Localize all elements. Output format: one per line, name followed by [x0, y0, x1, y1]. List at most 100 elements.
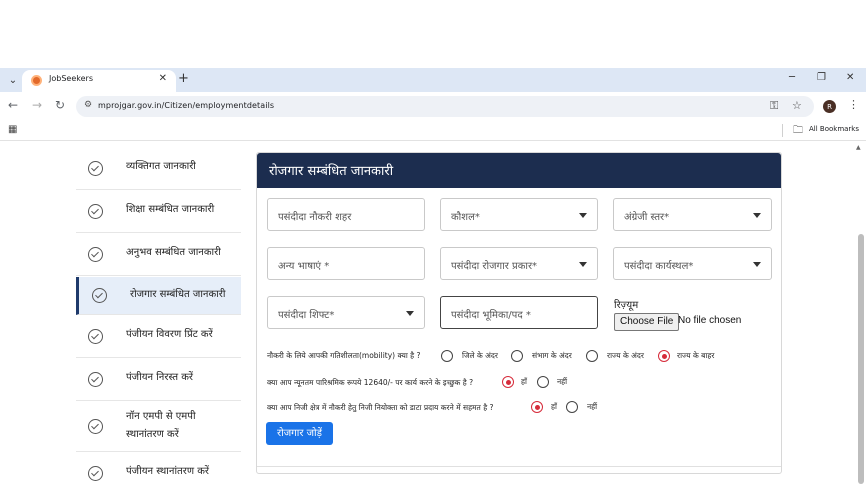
check-circle-icon: [88, 372, 103, 387]
mobility-option-label: राज्य के अंदर: [607, 351, 644, 360]
mobility-option-label: राज्य के बाहर: [677, 351, 715, 360]
sidebar-item-experience-info[interactable]: अनुभव सम्बंधित जानकारी: [76, 234, 241, 276]
profile-avatar[interactable]: R: [823, 100, 836, 113]
file-status-text: No file chosen: [678, 315, 742, 326]
salary-radio-yes[interactable]: [502, 376, 514, 388]
check-circle-icon: [88, 161, 103, 176]
check-circle-icon: [88, 329, 103, 344]
sidebar-item-label: व्यक्तिगत जानकारी: [126, 161, 196, 172]
placeholder-text: अंग्रेजी स्तर*: [624, 212, 670, 223]
check-circle-icon: [92, 288, 107, 303]
browser-menu-icon[interactable]: ⋮: [848, 98, 859, 111]
dropdown-arrow-icon: [579, 262, 587, 267]
sidebar-item-label: अनुभव सम्बंधित जानकारी: [126, 247, 221, 258]
url-text[interactable]: mprojgar.gov.in/Citizen/employmentdetail…: [98, 101, 274, 110]
mobility-option-label: जिले के अंदर: [462, 351, 498, 360]
mobility-radio-district[interactable]: [441, 350, 453, 362]
private-radio-yes[interactable]: [531, 401, 543, 413]
mobility-question: नौकरी के लिये आपकी गतिशीलता(mobility) क्…: [267, 351, 421, 360]
mobility-radio-outside-state[interactable]: [658, 350, 670, 362]
dropdown-arrow-icon: [753, 213, 761, 218]
preferred-city-input[interactable]: पसंदीदा नौकरी शहर: [267, 198, 425, 231]
shift-select[interactable]: पसंदीदा शिफ्ट*: [267, 296, 425, 329]
sidebar-item-label: नॉन एमपी से एमपी: [126, 411, 196, 422]
page-title: रोजगार सम्बंधित जानकारी: [269, 164, 394, 179]
tab-title: JobSeekers: [49, 74, 93, 83]
tab-search-chevron-icon[interactable]: ⌄: [5, 72, 21, 88]
sidebar-item-print-registration[interactable]: पंजीयन विवरण प्रिंट करें: [76, 316, 241, 358]
site-favicon-icon: [31, 75, 42, 86]
sidebar-item-employment-info[interactable]: रोजगार सम्बंधित जानकारी: [76, 277, 241, 315]
card-divider: [257, 466, 781, 467]
placeholder-text: पसंदीदा नौकरी शहर: [278, 212, 352, 223]
page-scrollbar[interactable]: [858, 234, 864, 484]
close-window-icon[interactable]: ✕: [846, 72, 854, 83]
mobility-radio-division[interactable]: [511, 350, 523, 362]
placeholder-text: पसंदीदा कार्यस्थल*: [624, 261, 694, 272]
scroll-up-icon[interactable]: ▲: [856, 144, 861, 151]
add-employment-button[interactable]: रोजगार जोड़ें: [266, 422, 333, 445]
salary-radio-no[interactable]: [537, 376, 549, 388]
employment-form-card: रोजगार सम्बंधित जानकारी पसंदीदा नौकरी शह…: [256, 152, 782, 474]
no-label: नहीं: [557, 377, 568, 386]
tab-close-icon[interactable]: ✕: [159, 73, 167, 84]
other-languages-select[interactable]: अन्य भाषाएं *: [267, 247, 425, 280]
apps-grid-icon[interactable]: ▦: [8, 124, 17, 135]
folder-icon[interactable]: 🗀: [793, 123, 803, 140]
salary-question: क्या आप न्यूनतम पारिश्रमिक रूपये 12640/-…: [267, 378, 474, 387]
restore-window-icon[interactable]: ❐: [817, 72, 826, 83]
check-circle-icon: [88, 247, 103, 262]
private-radio-no[interactable]: [566, 401, 578, 413]
mobility-option-label: संभाग के अंदर: [532, 351, 572, 360]
top-blank-area: [0, 0, 866, 68]
english-level-select[interactable]: अंग्रेजी स्तर*: [613, 198, 772, 231]
placeholder-text: पसंदीदा रोजगार प्रकार*: [451, 261, 538, 272]
sidebar-item-non-mp-transfer[interactable]: नॉन एमपी से एमपी स्थानांतरण करें: [76, 402, 241, 452]
bookmarks-divider: [782, 124, 783, 137]
no-label: नहीं: [587, 402, 598, 411]
dropdown-arrow-icon: [753, 262, 761, 267]
password-key-icon[interactable]: ⚿: [770, 99, 778, 113]
workplace-select[interactable]: पसंदीदा कार्यस्थल*: [613, 247, 772, 280]
sidebar-item-label: शिक्षा सम्बंधित जानकारी: [126, 204, 215, 215]
new-tab-button[interactable]: +: [178, 71, 189, 86]
employment-type-select[interactable]: पसंदीदा रोजगार प्रकार*: [440, 247, 598, 280]
resume-label: रिज़्यूम: [614, 300, 639, 311]
private-sector-question: क्या आप निजी क्षेत्र में नौकरी हेतु निजी…: [267, 403, 494, 412]
yes-label: हाँ: [521, 377, 527, 386]
sidebar-item-label: पंजीयन निरस्त करें: [126, 372, 193, 383]
dropdown-arrow-icon: [406, 311, 414, 316]
bookmarks-bar: ▦ 🗀 All Bookmarks: [0, 120, 866, 141]
sidebar-item-personal-info[interactable]: व्यक्तिगत जानकारी: [76, 142, 241, 190]
placeholder-text: पसंदीदा भूमिका/पद *: [451, 310, 531, 321]
placeholder-text: कौशल*: [451, 212, 480, 223]
reload-icon[interactable]: ↻: [55, 98, 65, 112]
site-settings-icon[interactable]: ⚙: [84, 100, 92, 110]
check-circle-icon: [88, 204, 103, 219]
mobility-radio-state[interactable]: [586, 350, 598, 362]
preferred-role-input[interactable]: पसंदीदा भूमिका/पद *: [440, 296, 598, 329]
minimize-window-icon[interactable]: ─: [789, 72, 795, 83]
sidebar-item-registration-transfer[interactable]: पंजीयन स्थानांतरण करें: [76, 453, 241, 484]
forward-arrow-icon[interactable]: →: [32, 98, 42, 112]
bookmark-star-icon[interactable]: ☆: [792, 99, 802, 112]
skill-select[interactable]: कौशल*: [440, 198, 598, 231]
sidebar-item-label: पंजीयन विवरण प्रिंट करें: [126, 329, 213, 340]
browser-tab[interactable]: JobSeekers ✕: [22, 70, 176, 92]
address-bar[interactable]: ⚙ mprojgar.gov.in/Citizen/employmentdeta…: [76, 96, 814, 117]
placeholder-text: पसंदीदा शिफ्ट*: [278, 310, 335, 321]
card-header: रोजगार सम्बंधित जानकारी: [257, 153, 781, 188]
yes-label: हाँ: [551, 402, 557, 411]
dropdown-arrow-icon: [579, 213, 587, 218]
check-circle-icon: [88, 419, 103, 434]
page-content: ▲ व्यक्तिगत जानकारी शिक्षा सम्बंधित जानक…: [0, 142, 866, 484]
sidebar-item-education-info[interactable]: शिक्षा सम्बंधित जानकारी: [76, 191, 241, 233]
check-circle-icon: [88, 466, 103, 481]
sidebar-item-label-line2: स्थानांतरण करें: [126, 429, 179, 440]
sidebar-item-label: पंजीयन स्थानांतरण करें: [126, 466, 209, 477]
back-arrow-icon[interactable]: ←: [8, 98, 18, 112]
sidebar-item-cancel-registration[interactable]: पंजीयन निरस्त करें: [76, 359, 241, 401]
all-bookmarks-link[interactable]: All Bookmarks: [809, 125, 859, 133]
choose-file-button[interactable]: Choose File: [614, 313, 680, 331]
placeholder-text: अन्य भाषाएं *: [278, 261, 330, 272]
